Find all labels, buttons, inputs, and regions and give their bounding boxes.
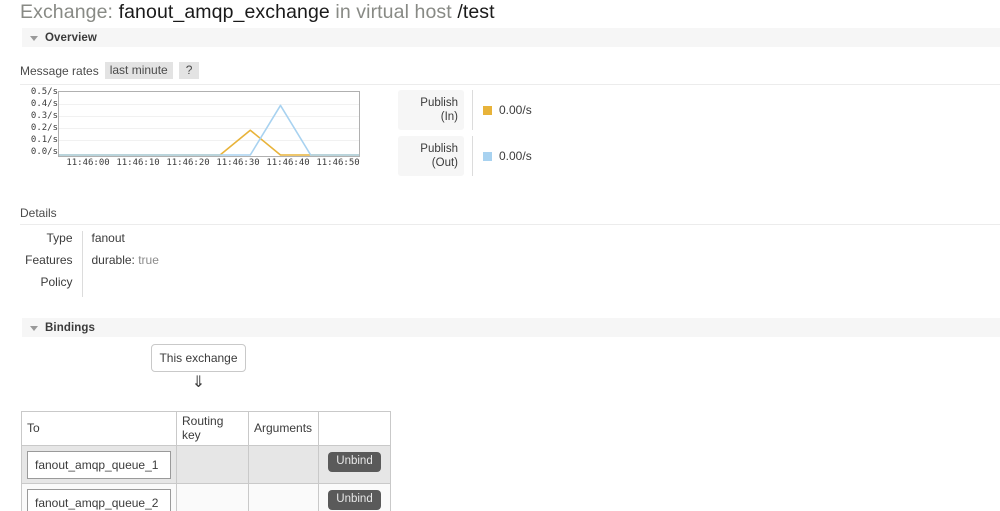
legend-row-publish-out: Publish (Out) 0.00/s [398, 136, 578, 176]
details-value-type-text: fanout [92, 231, 125, 245]
legend-key-publish-out: Publish (Out) [398, 136, 464, 176]
section-header-bindings-label: Bindings [45, 322, 95, 334]
chart-legend: Publish (In) 0.00/s Publish (Out) 0.00/s [398, 90, 578, 182]
chart-xtick-5: 11:46:50 [316, 158, 359, 169]
chart-ytick-5: 0.0/s [31, 148, 58, 157]
binding-to-cell: fanout_amqp_queue_1 [22, 446, 177, 484]
binding-action-cell: Unbind [319, 446, 391, 484]
bindings-column-to[interactable]: To [22, 412, 177, 446]
details-key-type: Type [20, 231, 82, 253]
chart-x-axis: 11:46:00 11:46:10 11:46:20 11:46:30 11:4… [58, 158, 360, 172]
binding-action-cell: Unbind [319, 484, 391, 511]
table-row: fanout_amqp_queue_2 Unbind [22, 484, 391, 511]
details-value-features-muted: true [138, 253, 159, 267]
rates-period-button[interactable]: last minute [105, 62, 173, 79]
chart-ytick-1: 0.4/s [31, 100, 58, 109]
legend-value-publish-out: 0.00/s [483, 136, 532, 176]
double-down-arrow-icon: ⇓ [151, 374, 246, 392]
details-key-features: Features [20, 253, 82, 275]
details-divider [20, 224, 1000, 225]
chart-xtick-0: 11:46:00 [66, 158, 109, 169]
details-value-policy [82, 275, 159, 297]
message-rates-label: Message rates [20, 64, 99, 78]
legend-rate-publish-out: 0.00/s [499, 149, 532, 163]
section-header-overview-label: Overview [45, 32, 97, 44]
rates-help-button[interactable]: ? [179, 62, 200, 79]
page-title-vhost: /test [457, 1, 494, 23]
chart-ytick-3: 0.2/s [31, 124, 58, 133]
legend-divider [472, 90, 473, 130]
table-row: fanout_amqp_queue_1 Unbind [22, 446, 391, 484]
message-rates-controls: Message rates last minute ? [20, 62, 199, 79]
chart-xtick-1: 11:46:10 [116, 158, 159, 169]
bindings-column-actions [319, 412, 391, 446]
legend-row-publish-in: Publish (In) 0.00/s [398, 90, 578, 130]
details-label: Details [20, 206, 57, 220]
chart-series-svg [59, 92, 360, 156]
legend-swatch-publish-out [483, 152, 492, 161]
details-value-features: durable: true [82, 253, 159, 275]
chart-plot-area [58, 91, 360, 157]
legend-swatch-publish-in [483, 106, 492, 115]
chevron-down-icon [30, 326, 38, 331]
legend-key-publish-out-qualifier: (Out) [432, 156, 458, 170]
chart-xtick-4: 11:46:40 [266, 158, 309, 169]
page-title-middle: in virtual host [335, 1, 451, 23]
queue-link[interactable]: fanout_amqp_queue_1 [27, 451, 171, 479]
legend-key-publish-out-name: Publish [420, 142, 458, 156]
legend-value-publish-in: 0.00/s [483, 90, 532, 130]
exchange-detail-page: Exchange: fanout_amqp_exchange in virtua… [0, 0, 1000, 511]
chart-xtick-3: 11:46:30 [216, 158, 259, 169]
binding-arguments-cell [249, 446, 319, 484]
details-table: Type fanout Features durable: true Polic… [20, 231, 159, 297]
legend-key-publish-in: Publish (In) [398, 90, 464, 130]
bindings-table-header-row: To Routing key Arguments [22, 412, 391, 446]
unbind-button[interactable]: Unbind [328, 452, 380, 472]
unbind-button[interactable]: Unbind [328, 490, 380, 510]
rates-divider [20, 84, 1000, 85]
chevron-down-icon [30, 36, 38, 41]
page-title-exchange-name: fanout_amqp_exchange [119, 1, 330, 23]
page-title: Exchange: fanout_amqp_exchange in virtua… [20, 1, 495, 24]
chart-xtick-2: 11:46:20 [166, 158, 209, 169]
chart-ytick-4: 0.1/s [31, 136, 58, 145]
chart-ytick-0: 0.5/s [31, 88, 58, 97]
binding-routing-key-cell [177, 446, 249, 484]
binding-to-cell: fanout_amqp_queue_2 [22, 484, 177, 511]
legend-divider [472, 136, 473, 176]
details-row-policy: Policy [20, 275, 159, 297]
binding-arguments-cell [249, 484, 319, 511]
queue-link[interactable]: fanout_amqp_queue_2 [27, 489, 171, 511]
message-rates-chart: 0.5/s 0.4/s 0.3/s 0.2/s 0.1/s 0.0/s 11:4… [20, 88, 370, 174]
bindings-column-arguments[interactable]: Arguments [249, 412, 319, 446]
details-value-type: fanout [82, 231, 159, 253]
this-exchange-node: This exchange [151, 344, 246, 372]
details-row-features: Features durable: true [20, 253, 159, 275]
details-row-type: Type fanout [20, 231, 159, 253]
chart-y-axis: 0.5/s 0.4/s 0.3/s 0.2/s 0.1/s 0.0/s [20, 88, 58, 158]
chart-ytick-2: 0.3/s [31, 112, 58, 121]
page-title-prefix: Exchange: [20, 1, 113, 23]
legend-key-publish-in-qualifier: (In) [441, 110, 458, 124]
bindings-column-routing-key[interactable]: Routing key [177, 412, 249, 446]
details-value-features-text: durable: [92, 253, 135, 267]
legend-key-publish-in-name: Publish [420, 96, 458, 110]
section-header-overview[interactable]: Overview [22, 28, 1000, 47]
bindings-table: To Routing key Arguments fanout_amqp_que… [21, 411, 391, 511]
section-header-bindings[interactable]: Bindings [22, 318, 1000, 337]
binding-routing-key-cell [177, 484, 249, 511]
legend-rate-publish-in: 0.00/s [499, 103, 532, 117]
details-key-policy: Policy [20, 275, 82, 297]
